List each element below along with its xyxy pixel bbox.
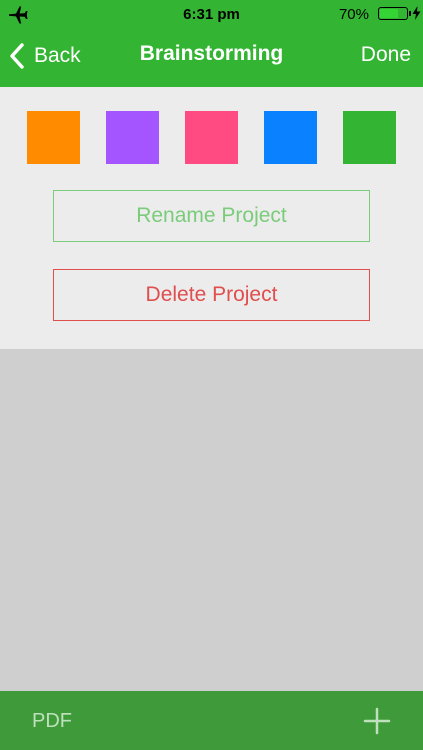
top-bar: 6:31 pm 70% Back Brainstorming Done: [0, 0, 423, 87]
plus-icon[interactable]: [363, 707, 391, 735]
battery-icon: [378, 7, 408, 20]
bottom-toolbar: PDF: [0, 691, 423, 750]
delete-project-button[interactable]: Delete Project: [53, 269, 370, 321]
rename-project-button[interactable]: Rename Project: [53, 190, 370, 242]
battery-level-fill: [380, 9, 398, 18]
navigation-bar: Back Brainstorming Done: [0, 30, 423, 87]
color-swatch-pink[interactable]: [185, 111, 238, 164]
battery-tip: [409, 11, 411, 16]
content-area: [0, 349, 423, 691]
done-button[interactable]: Done: [361, 43, 411, 67]
color-swatch-blue[interactable]: [264, 111, 317, 164]
status-bar: 6:31 pm 70%: [0, 0, 423, 30]
project-options-panel: Rename Project Delete Project: [0, 87, 423, 349]
color-swatch-orange[interactable]: [27, 111, 80, 164]
pdf-button[interactable]: PDF: [32, 710, 72, 733]
color-swatch-green[interactable]: [343, 111, 396, 164]
battery-percentage: 70%: [338, 6, 369, 23]
page-title: Brainstorming: [139, 42, 284, 65]
charging-bolt-icon: [412, 6, 421, 20]
color-swatch-purple[interactable]: [106, 111, 159, 164]
